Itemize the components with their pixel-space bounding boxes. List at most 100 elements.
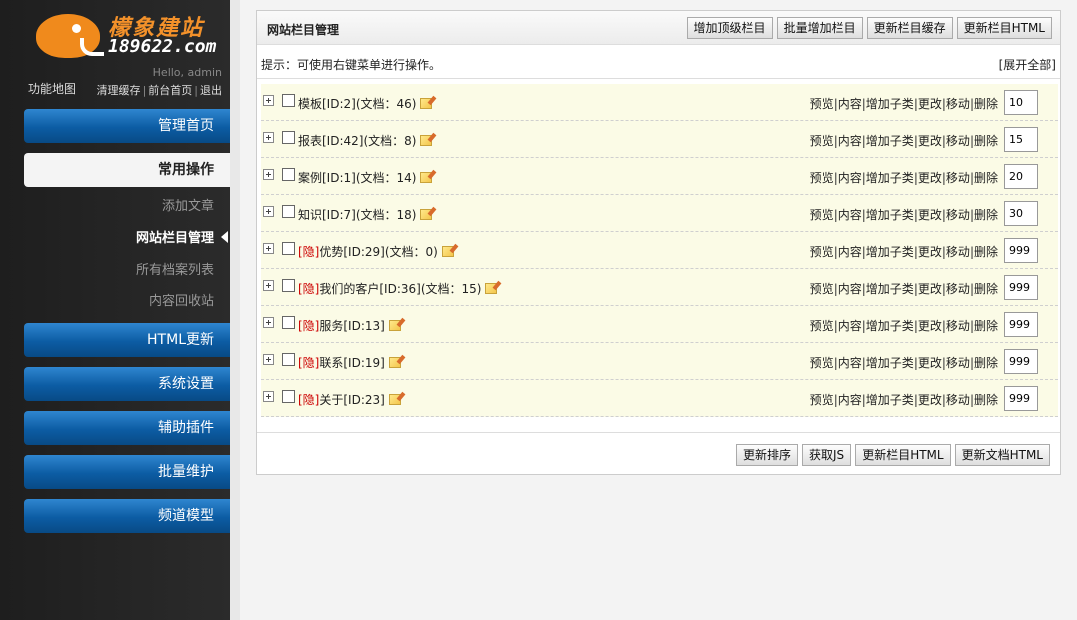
- delete-link[interactable]: 删除: [974, 393, 998, 407]
- edit-pencil-icon[interactable]: [441, 246, 454, 257]
- row-checkbox[interactable]: [282, 94, 295, 107]
- sort-order-input[interactable]: [1004, 90, 1038, 115]
- nav-channel-model[interactable]: 频道模型: [24, 499, 230, 533]
- delete-link[interactable]: 删除: [974, 282, 998, 296]
- move-link[interactable]: 移动: [946, 319, 970, 333]
- sort-order-input[interactable]: [1004, 164, 1038, 189]
- edit-pencil-icon[interactable]: [388, 357, 401, 368]
- expand-plus-icon[interactable]: [263, 391, 274, 402]
- edit-link[interactable]: 更改: [918, 245, 942, 259]
- category-label[interactable]: [隐]服务[ID:13]: [298, 317, 401, 334]
- update-order-button[interactable]: 更新排序: [736, 444, 799, 466]
- move-link[interactable]: 移动: [946, 134, 970, 148]
- preview-link[interactable]: 预览: [810, 97, 834, 111]
- category-label[interactable]: [隐]关于[ID:23]: [298, 391, 401, 408]
- add-subcategory-link[interactable]: 增加子类: [866, 245, 914, 259]
- delete-link[interactable]: 删除: [974, 245, 998, 259]
- category-label[interactable]: 知识[ID:7](文档：18): [298, 206, 433, 223]
- update-doc-html-button[interactable]: 更新文档HTML: [954, 444, 1050, 466]
- content-link[interactable]: 内容: [838, 356, 862, 370]
- content-link[interactable]: 内容: [838, 393, 862, 407]
- nav-plugins[interactable]: 辅助插件: [24, 411, 230, 445]
- category-label[interactable]: 模板[ID:2](文档：46): [298, 95, 433, 112]
- expand-plus-icon[interactable]: [263, 169, 274, 180]
- preview-link[interactable]: 预览: [810, 393, 834, 407]
- sort-order-input[interactable]: [1004, 201, 1038, 226]
- content-link[interactable]: 内容: [838, 282, 862, 296]
- category-label[interactable]: [隐]我们的客户[ID:36](文档：15): [298, 280, 498, 297]
- delete-link[interactable]: 删除: [974, 97, 998, 111]
- category-label[interactable]: [隐]联系[ID:19]: [298, 354, 401, 371]
- row-checkbox[interactable]: [282, 168, 295, 181]
- edit-link[interactable]: 更改: [918, 356, 942, 370]
- add-subcategory-link[interactable]: 增加子类: [866, 393, 914, 407]
- move-link[interactable]: 移动: [946, 208, 970, 222]
- add-top-category-button[interactable]: 增加顶级栏目: [686, 17, 773, 39]
- sort-order-input[interactable]: [1004, 386, 1038, 411]
- row-checkbox[interactable]: [282, 390, 295, 403]
- edit-link[interactable]: 更改: [918, 134, 942, 148]
- edit-link[interactable]: 更改: [918, 282, 942, 296]
- batch-add-category-button[interactable]: 批量增加栏目: [776, 17, 863, 39]
- add-subcategory-link[interactable]: 增加子类: [866, 97, 914, 111]
- sub-recycle-bin[interactable]: 内容回收站: [149, 290, 214, 309]
- content-link[interactable]: 内容: [838, 171, 862, 185]
- row-checkbox[interactable]: [282, 242, 295, 255]
- edit-pencil-icon[interactable]: [420, 98, 433, 109]
- edit-link[interactable]: 更改: [918, 171, 942, 185]
- move-link[interactable]: 移动: [946, 97, 970, 111]
- nav-html-update[interactable]: HTML更新: [24, 323, 230, 357]
- move-link[interactable]: 移动: [946, 393, 970, 407]
- logo[interactable]: 檬象建站 189622.com: [36, 10, 226, 60]
- sub-all-archives[interactable]: 所有档案列表: [136, 259, 214, 278]
- sort-order-input[interactable]: [1004, 349, 1038, 374]
- sort-order-input[interactable]: [1004, 238, 1038, 263]
- preview-link[interactable]: 预览: [810, 245, 834, 259]
- delete-link[interactable]: 删除: [974, 171, 998, 185]
- sub-category-manage[interactable]: 网站栏目管理: [136, 227, 229, 246]
- row-checkbox[interactable]: [282, 131, 295, 144]
- sort-order-input[interactable]: [1004, 275, 1038, 300]
- add-subcategory-link[interactable]: 增加子类: [866, 134, 914, 148]
- add-subcategory-link[interactable]: 增加子类: [866, 208, 914, 222]
- preview-link[interactable]: 预览: [810, 208, 834, 222]
- move-link[interactable]: 移动: [946, 245, 970, 259]
- sort-order-input[interactable]: [1004, 312, 1038, 337]
- preview-link[interactable]: 预览: [810, 319, 834, 333]
- content-link[interactable]: 内容: [838, 208, 862, 222]
- sub-add-article[interactable]: 添加文章: [162, 195, 214, 214]
- nav-system-settings[interactable]: 系统设置: [24, 367, 230, 401]
- edit-link[interactable]: 更改: [918, 97, 942, 111]
- expand-plus-icon[interactable]: [263, 95, 274, 106]
- clear-cache-link[interactable]: 清理缓存: [97, 84, 141, 97]
- update-category-html-button[interactable]: 更新栏目HTML: [956, 17, 1052, 39]
- preview-link[interactable]: 预览: [810, 356, 834, 370]
- edit-pencil-icon[interactable]: [420, 135, 433, 146]
- sort-order-input[interactable]: [1004, 127, 1038, 152]
- category-label[interactable]: 案例[ID:1](文档：14): [298, 169, 433, 186]
- expand-plus-icon[interactable]: [263, 132, 274, 143]
- row-checkbox[interactable]: [282, 205, 295, 218]
- delete-link[interactable]: 删除: [974, 134, 998, 148]
- content-link[interactable]: 内容: [838, 245, 862, 259]
- delete-link[interactable]: 删除: [974, 319, 998, 333]
- add-subcategory-link[interactable]: 增加子类: [866, 356, 914, 370]
- expand-plus-icon[interactable]: [263, 354, 274, 365]
- add-subcategory-link[interactable]: 增加子类: [866, 171, 914, 185]
- preview-link[interactable]: 预览: [810, 282, 834, 296]
- edit-pencil-icon[interactable]: [485, 283, 498, 294]
- add-subcategory-link[interactable]: 增加子类: [866, 282, 914, 296]
- edit-pencil-icon[interactable]: [420, 172, 433, 183]
- preview-link[interactable]: 预览: [810, 134, 834, 148]
- nav-home[interactable]: 管理首页: [24, 109, 230, 143]
- sitemap-link[interactable]: 功能地图: [28, 80, 76, 97]
- category-label[interactable]: [隐]优势[ID:29](文档：0): [298, 243, 454, 260]
- frontpage-link[interactable]: 前台首页: [148, 84, 192, 97]
- edit-pencil-icon[interactable]: [388, 394, 401, 405]
- edit-link[interactable]: 更改: [918, 208, 942, 222]
- get-js-button[interactable]: 获取JS: [802, 444, 852, 466]
- update-category-cache-button[interactable]: 更新栏目缓存: [866, 17, 953, 39]
- content-link[interactable]: 内容: [838, 319, 862, 333]
- move-link[interactable]: 移动: [946, 171, 970, 185]
- nav-batch-maintain[interactable]: 批量维护: [24, 455, 230, 489]
